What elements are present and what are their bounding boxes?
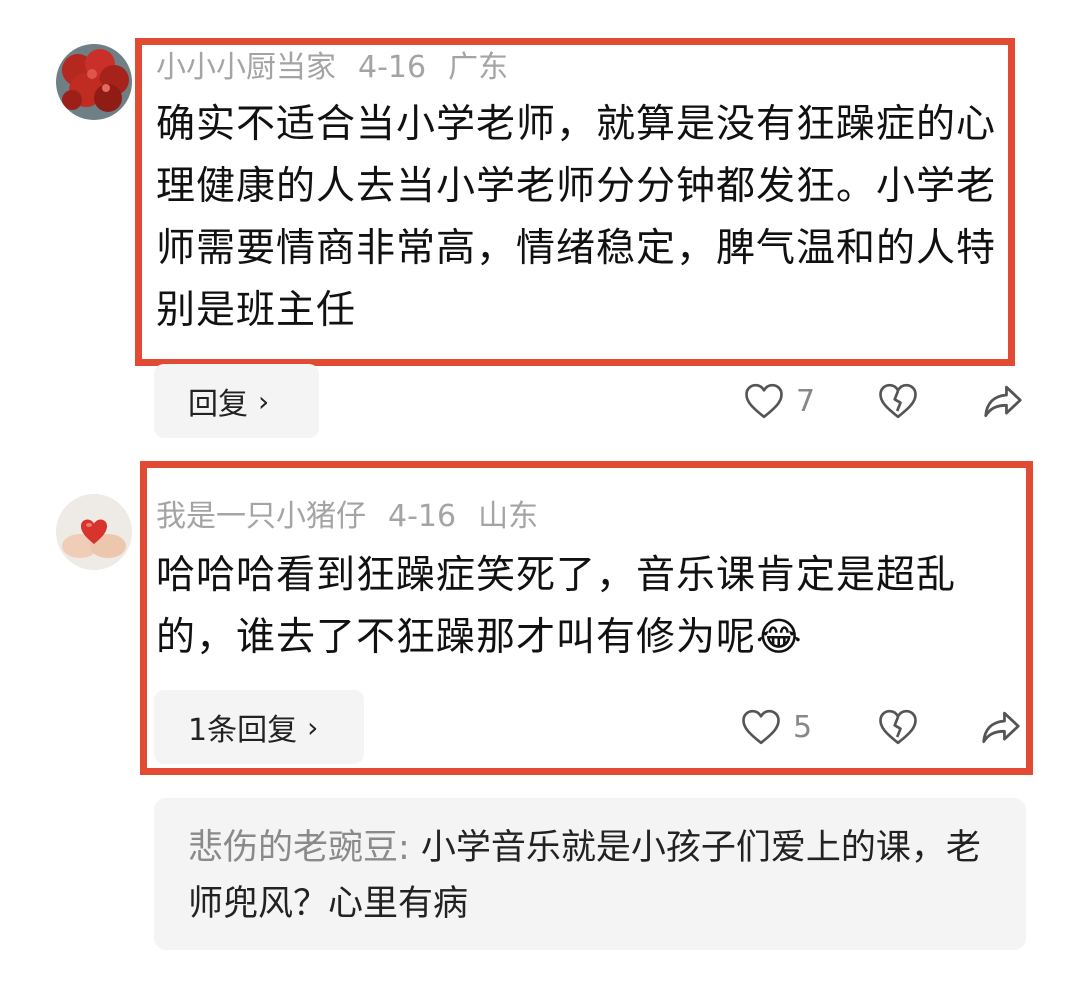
share-arrow-icon — [982, 711, 1020, 744]
comment-text-content: 哈哈哈看到狂躁症笑死了，音乐课肯定是超乱的，谁去了不狂躁那才叫有修为呢 — [156, 553, 957, 660]
chevron-right-icon: › — [307, 710, 319, 744]
red-tree-avatar-icon — [56, 44, 132, 120]
share-button[interactable] — [980, 708, 1022, 746]
dislike-button[interactable] — [878, 382, 918, 420]
chevron-right-icon: › — [258, 384, 270, 418]
broken-heart-icon — [879, 709, 917, 745]
share-arrow-icon — [984, 385, 1022, 418]
reply-button[interactable]: 回复 › — [154, 364, 319, 438]
comment-date: 4-16 — [388, 499, 457, 534]
comment-location: 广东 — [448, 50, 509, 85]
heart-hands-avatar-icon — [56, 494, 132, 570]
heart-outline-icon — [742, 709, 780, 745]
comment-location: 山东 — [478, 499, 539, 534]
view-replies-label: 1条回复 — [188, 713, 298, 748]
comment-meta: 我是一只小猪仔 4-16 山东 — [156, 499, 560, 535]
dislike-button[interactable] — [878, 708, 918, 746]
like-button[interactable]: 5 — [741, 708, 812, 746]
nested-reply[interactable]: 悲伤的老豌豆: 小学音乐就是小孩子们爱上的课，老师兜风？心里有病 — [154, 798, 1026, 950]
avatar[interactable] — [56, 494, 132, 570]
comment-text: 哈哈哈看到狂躁症笑死了，音乐课肯定是超乱的，谁去了不狂躁那才叫有修为呢😂 — [156, 545, 1001, 669]
share-button[interactable] — [982, 382, 1024, 420]
like-count: 5 — [793, 709, 813, 745]
like-count: 7 — [796, 383, 816, 419]
view-replies-button[interactable]: 1条回复 › — [154, 690, 364, 764]
comment-date: 4-16 — [358, 50, 427, 85]
comment-text: 确实不适合当小学老师，就算是没有狂躁症的心理健康的人去当小学老师分分钟都发狂。小… — [156, 102, 997, 333]
like-button[interactable]: 7 — [744, 382, 815, 420]
reply-button-label: 回复 — [188, 387, 248, 422]
comment-author[interactable]: 小小小厨当家 — [156, 50, 336, 85]
heart-outline-icon — [745, 383, 783, 419]
comment-meta: 小小小厨当家 4-16 广东 — [156, 50, 530, 86]
laughing-emoji-icon: 😂 — [756, 615, 803, 660]
nested-reply-author[interactable]: 悲伤的老豌豆: — [188, 828, 410, 868]
avatar[interactable] — [56, 44, 132, 120]
comment-author[interactable]: 我是一只小猪仔 — [156, 499, 366, 534]
broken-heart-icon — [879, 383, 917, 419]
